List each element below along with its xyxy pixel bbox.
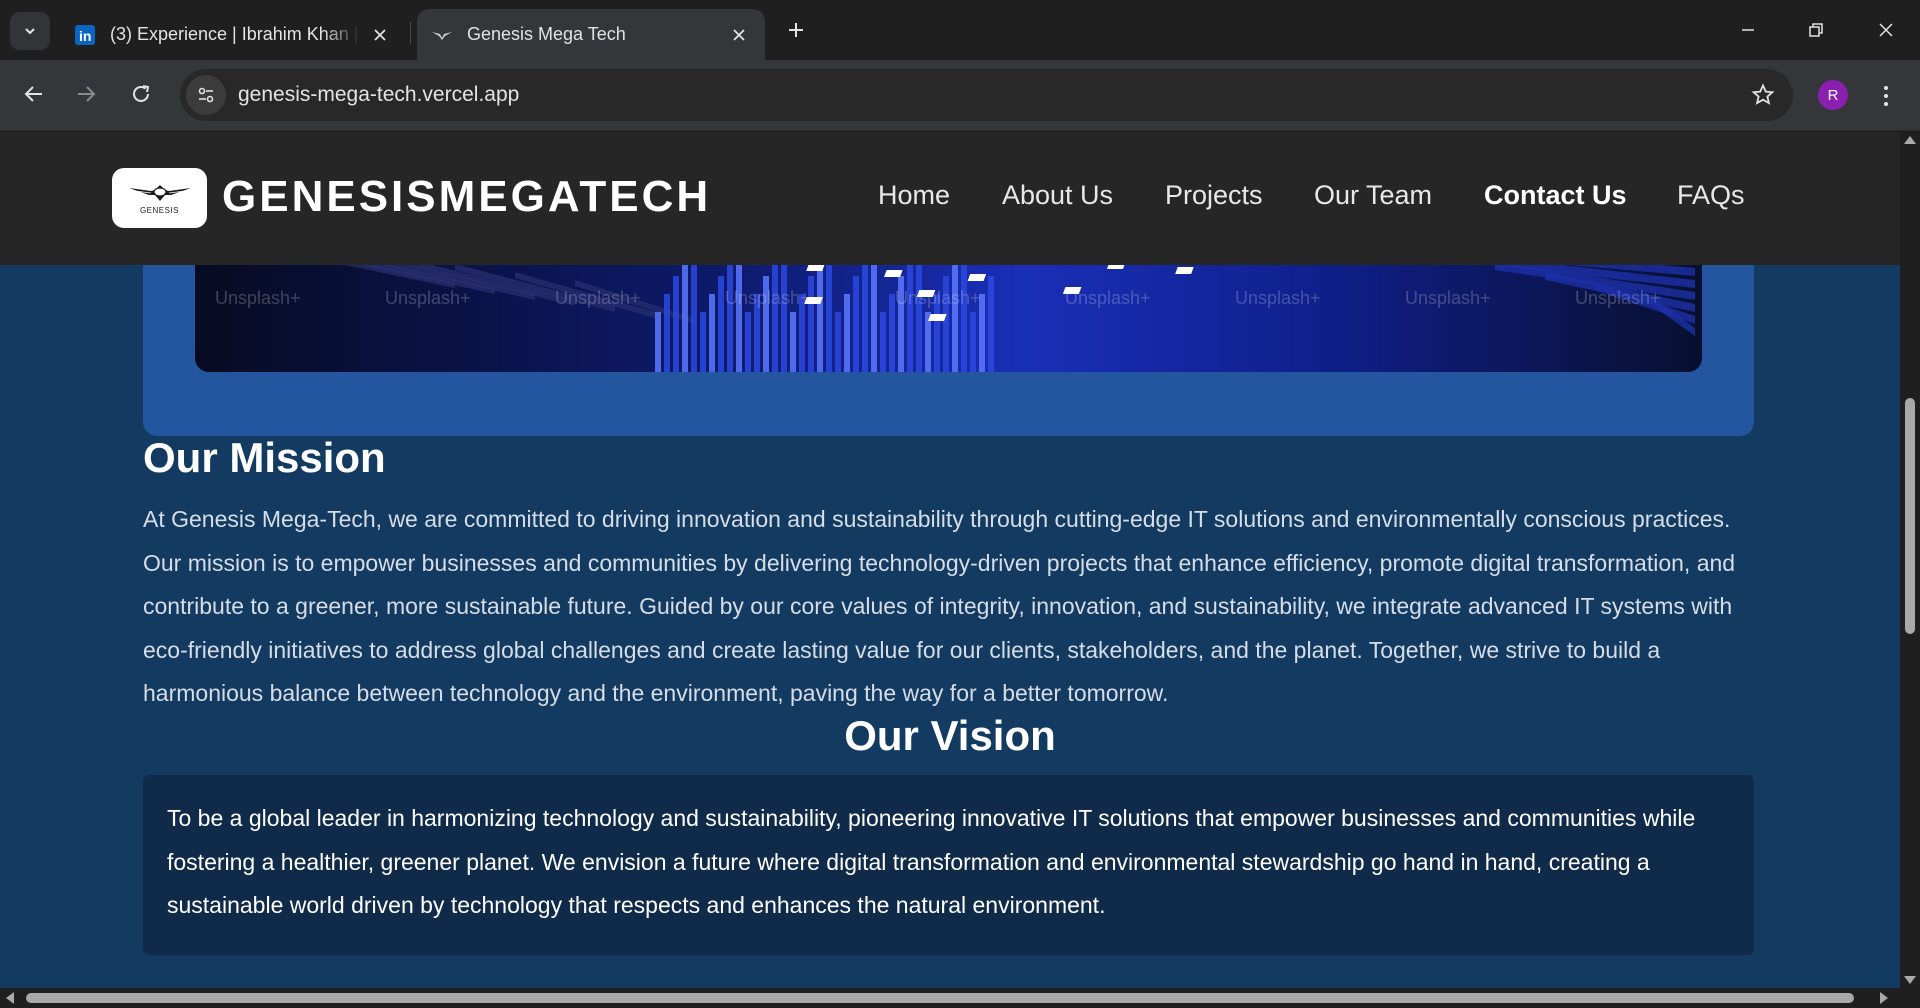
svg-text:in: in bbox=[79, 28, 91, 44]
forward-button[interactable] bbox=[66, 74, 106, 114]
svg-text:Unsplash+: Unsplash+ bbox=[555, 288, 641, 308]
nav-our-team[interactable]: Our Team bbox=[1314, 180, 1432, 211]
close-icon bbox=[1879, 23, 1893, 37]
minimize-icon bbox=[1742, 29, 1754, 31]
vertical-scrollbar[interactable] bbox=[1900, 132, 1920, 990]
scrollbar-thumb[interactable] bbox=[1905, 398, 1915, 634]
restore-icon bbox=[1809, 23, 1823, 37]
scrollbar-thumb[interactable] bbox=[26, 993, 1854, 1003]
browser-menu-button[interactable] bbox=[1872, 76, 1900, 116]
site-header: GENESIS GENESISMEGATECH Home About Us Pr… bbox=[0, 132, 1900, 265]
close-icon[interactable] bbox=[727, 23, 751, 47]
restore-button[interactable] bbox=[1788, 8, 1844, 52]
more-vert-icon bbox=[1884, 86, 1888, 106]
tab-title: Genesis Mega Tech bbox=[467, 24, 626, 44]
scroll-left-arrow[interactable] bbox=[6, 992, 14, 1004]
genesis-logo-icon bbox=[431, 24, 453, 46]
page-viewport: GENESIS GENESISMEGATECH Home About Us Pr… bbox=[0, 132, 1900, 990]
scroll-down-arrow[interactable] bbox=[1904, 976, 1916, 984]
minimize-button[interactable] bbox=[1720, 8, 1776, 52]
back-button[interactable] bbox=[14, 74, 54, 114]
scroll-up-arrow[interactable] bbox=[1904, 136, 1916, 144]
tab-genesis[interactable]: Genesis Mega Tech bbox=[417, 9, 765, 60]
svg-text:Unsplash+: Unsplash+ bbox=[1065, 288, 1151, 308]
profile-avatar[interactable]: R bbox=[1818, 80, 1848, 110]
arrow-left-icon bbox=[24, 86, 42, 102]
nav-home[interactable]: Home bbox=[878, 180, 950, 211]
vision-text: To be a global leader in harmonizing tec… bbox=[167, 805, 1696, 918]
site-info-button[interactable] bbox=[186, 75, 226, 115]
tab-linkedin[interactable]: in (3) Experience | Ibrahim Khan | L bbox=[60, 9, 406, 60]
linkedin-icon: in bbox=[74, 24, 96, 46]
svg-text:Unsplash+: Unsplash+ bbox=[895, 288, 981, 308]
vision-card: To be a global leader in harmonizing tec… bbox=[143, 775, 1754, 955]
svg-text:Unsplash+: Unsplash+ bbox=[1235, 288, 1321, 308]
chevron-down-icon bbox=[25, 28, 35, 35]
nav-contact-us[interactable]: Contact Us bbox=[1484, 180, 1627, 211]
svg-text:Unsplash+: Unsplash+ bbox=[215, 288, 301, 308]
tab-title: (3) Experience | Ibrahim Khan | L bbox=[110, 24, 360, 44]
bookmark-button[interactable] bbox=[1749, 81, 1777, 109]
nav-projects[interactable]: Projects bbox=[1165, 180, 1263, 211]
reload-icon bbox=[133, 85, 150, 102]
close-icon[interactable] bbox=[368, 23, 392, 47]
close-window-button[interactable] bbox=[1858, 8, 1914, 52]
url-text[interactable]: genesis-mega-tech.vercel.app bbox=[238, 83, 519, 107]
scroll-right-arrow[interactable] bbox=[1880, 992, 1888, 1004]
svg-text:Unsplash+: Unsplash+ bbox=[385, 288, 471, 308]
plus-icon bbox=[789, 23, 803, 37]
arrow-right-icon bbox=[78, 86, 96, 102]
star-icon bbox=[1751, 83, 1775, 105]
svg-text:Unsplash+: Unsplash+ bbox=[1405, 288, 1491, 308]
tab-divider bbox=[410, 22, 411, 44]
horizontal-scrollbar[interactable] bbox=[0, 988, 1920, 1008]
svg-text:Unsplash+: Unsplash+ bbox=[725, 288, 811, 308]
tab-strip: in (3) Experience | Ibrahim Khan | L Gen… bbox=[0, 0, 1920, 60]
reload-button[interactable] bbox=[121, 74, 161, 114]
mission-text: At Genesis Mega-Tech, we are committed t… bbox=[143, 506, 1736, 706]
main-nav: Home About Us Projects Our Team Contact … bbox=[0, 180, 1900, 220]
nav-about-us[interactable]: About Us bbox=[1002, 180, 1113, 211]
new-tab-button[interactable] bbox=[780, 14, 812, 46]
vision-title: Our Vision bbox=[844, 712, 1056, 759]
nav-faqs[interactable]: FAQs bbox=[1677, 180, 1745, 211]
mission-title: Our Mission bbox=[143, 434, 386, 481]
tab-search-button[interactable] bbox=[10, 12, 50, 50]
browser-toolbar: genesis-mega-tech.vercel.app R bbox=[0, 60, 1920, 131]
svg-text:Unsplash+: Unsplash+ bbox=[1575, 288, 1661, 308]
tune-icon bbox=[198, 87, 214, 103]
address-bar[interactable]: genesis-mega-tech.vercel.app bbox=[180, 69, 1793, 121]
